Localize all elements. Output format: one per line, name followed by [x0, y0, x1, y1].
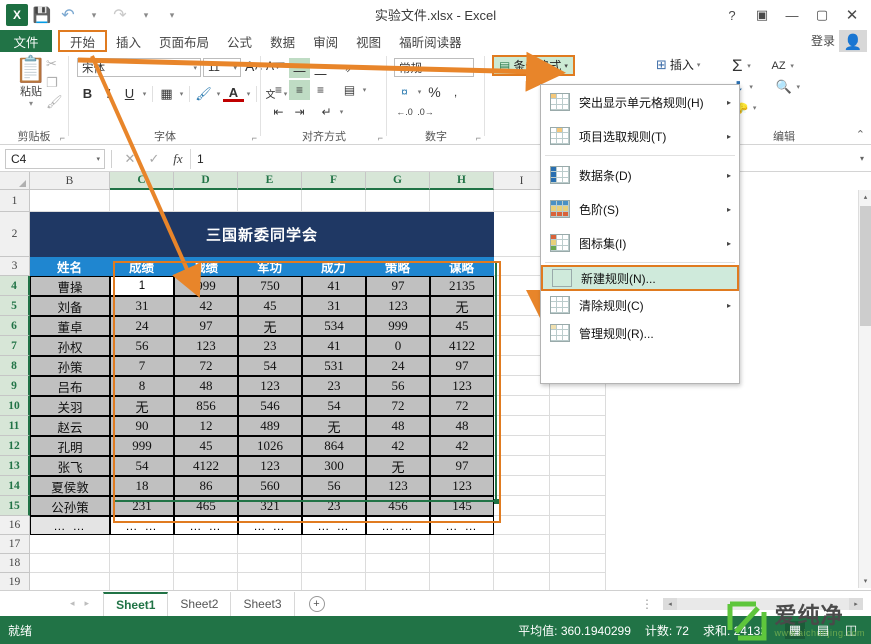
new-rule-icon — [549, 266, 575, 290]
submenu-arrow-icon: ▸ — [727, 205, 731, 214]
sheet-nav-arrows[interactable]: ◂ ▸ — [70, 598, 89, 609]
hscroll-left-icon[interactable]: ◂ — [663, 598, 677, 610]
menu-label: 清除规则(C) — [579, 297, 644, 314]
brand-name: 爱纯净 — [774, 604, 865, 628]
menu-item-color-scales[interactable]: 色阶(S) ▸ — [541, 192, 739, 226]
menu-item-manage-rules[interactable]: 管理规则(R)... — [541, 319, 739, 347]
menu-label: 数据条(D) — [579, 167, 632, 184]
brand-url: www.aichunjing.com — [774, 628, 865, 638]
menu-label: 突出显示单元格规则(H) — [579, 94, 704, 111]
menu-item-new-rule[interactable]: 新建规则(N)... — [541, 265, 739, 291]
annotation-arrow-home-to-cell — [92, 56, 190, 276]
menu-item-data-bars[interactable]: 数据条(D) ▸ — [541, 158, 739, 192]
brand-mark-icon — [726, 600, 768, 642]
menu-divider-2 — [545, 262, 735, 263]
sheet-tab-sheet3[interactable]: Sheet3 — [231, 592, 294, 616]
menu-item-top-bottom-rules[interactable]: 项目选取规则(T) ▸ — [541, 119, 739, 153]
status-count-label: 计数: — [645, 624, 672, 638]
annotation-overlay — [0, 0, 871, 644]
status-count-value: 72 — [676, 624, 689, 638]
submenu-arrow-icon: ▸ — [727, 132, 731, 141]
submenu-arrow-icon: ▸ — [727, 98, 731, 107]
color-scales-icon — [547, 197, 573, 221]
excel-window: X 💾 ↶ ▾ ↷ ▾ ▾ 实验文件.xlsx - Excel ? ▣ — ▢ … — [0, 0, 871, 644]
menu-label: 色阶(S) — [579, 201, 619, 218]
sheet-nav-first-icon[interactable]: ◂ — [70, 598, 75, 609]
status-count: 计数: 72 — [645, 622, 689, 639]
manage-rules-icon — [547, 321, 573, 345]
annotation-arrow-to-conditional-format — [78, 60, 536, 72]
data-bars-icon — [547, 163, 573, 187]
clear-rules-icon — [547, 293, 573, 317]
sheet-nav-last-icon[interactable]: ▸ — [85, 598, 90, 609]
menu-divider — [545, 155, 735, 156]
icon-sets-icon — [547, 231, 573, 255]
status-average: 平均值: 360.1940299 — [518, 622, 631, 639]
menu-item-clear-rules[interactable]: 清除规则(C) ▸ — [541, 291, 739, 319]
status-ready: 就绪 — [8, 622, 32, 639]
menu-label: 新建规则(N)... — [581, 270, 656, 287]
sheet-tab-sheet1[interactable]: Sheet1 — [103, 592, 168, 616]
add-sheet-button[interactable]: + — [309, 596, 325, 612]
highlight-cells-icon — [547, 90, 573, 114]
sheet-more-icon[interactable]: ⋮ — [641, 597, 653, 611]
sheet-tab-sheet2[interactable]: Sheet2 — [168, 592, 231, 616]
conditional-formatting-menu[interactable]: 突出显示单元格规则(H) ▸ 项目选取规则(T) ▸ 数据条(D) ▸ 色阶(S… — [540, 84, 740, 384]
status-average-label: 平均值: — [518, 624, 557, 638]
menu-label: 管理规则(R)... — [579, 325, 654, 342]
submenu-arrow-icon: ▸ — [727, 239, 731, 248]
submenu-arrow-icon: ▸ — [727, 171, 731, 180]
menu-label: 项目选取规则(T) — [579, 128, 666, 145]
top-bottom-rules-icon — [547, 124, 573, 148]
menu-label: 图标集(I) — [579, 235, 626, 252]
status-average-value: 360.1940299 — [561, 624, 631, 638]
menu-item-highlight-cells-rules[interactable]: 突出显示单元格规则(H) ▸ — [541, 85, 739, 119]
menu-item-icon-sets[interactable]: 图标集(I) ▸ — [541, 226, 739, 260]
submenu-arrow-icon: ▸ — [727, 301, 731, 310]
watermark-logo: 爱纯净 www.aichunjing.com — [726, 600, 865, 642]
